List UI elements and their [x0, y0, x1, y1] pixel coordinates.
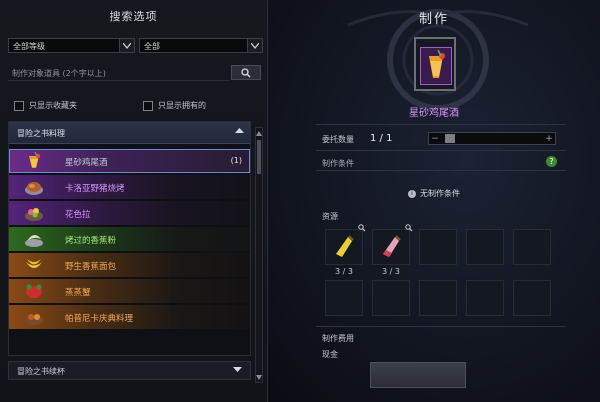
owned-checkbox[interactable]: 只显示拥有的	[143, 100, 206, 111]
resources-label: 资源	[322, 212, 338, 221]
banana-powder-icon	[25, 234, 43, 247]
cash-label: 现金	[322, 350, 338, 359]
list-item[interactable]: 卡洛亚野猪烧烤	[9, 175, 250, 199]
empty-resource-slot	[466, 280, 504, 316]
plus-icon[interactable]: +	[544, 134, 554, 144]
conditions-label: 制作条件	[322, 159, 354, 168]
search-icon	[241, 67, 251, 77]
scroll-thumb[interactable]	[257, 140, 261, 174]
empty-resource-slot	[466, 229, 504, 265]
category-header-adventure-cooking[interactable]: 冒险之书料理	[9, 122, 250, 144]
recipe-list-scrollbar[interactable]	[255, 127, 263, 383]
item-name: 星砂鸡尾酒	[65, 158, 108, 168]
search-options-title: 搜索选项	[109, 10, 158, 23]
recipe-list: 冒险之书料理 星砂鸡尾酒 (1) 卡洛亚野猪烧烤 花色拉 烤过的香蕉粉 野生香蕉…	[8, 121, 251, 356]
feast-dish-icon	[25, 314, 43, 325]
cocktail-icon	[29, 151, 41, 168]
divider	[316, 170, 566, 171]
resource-slot[interactable]	[372, 224, 413, 265]
magnifier-icon[interactable]	[358, 224, 366, 232]
banana-bread-icon	[26, 259, 42, 268]
yellow-bottle-icon	[336, 235, 354, 257]
fee-label: 制作费用	[322, 334, 354, 343]
item-name: 野生香蕉面包	[65, 262, 117, 272]
no-conditions-text: 无制作条件	[420, 189, 460, 198]
empty-resource-slot	[419, 280, 457, 316]
selected-item-name: 星砂鸡尾酒	[409, 108, 459, 119]
checkbox-box	[14, 100, 24, 111]
magnifier-icon[interactable]	[405, 224, 413, 232]
resource-count: 3 / 3	[382, 267, 400, 276]
crafting-panel: 制作 星砂鸡尾酒 委托数量 1 / 1 − + 制作条件 ? i 无制作条件 资源	[268, 0, 600, 402]
no-conditions-note: i 无制作条件	[268, 188, 600, 199]
list-item[interactable]: 帕普尼卡庆典料理	[9, 305, 250, 329]
resource-slot[interactable]	[325, 224, 366, 265]
divider	[316, 124, 566, 125]
list-item[interactable]: 野生香蕉面包	[9, 253, 250, 277]
divider	[316, 326, 566, 327]
item-name: 帕普尼卡庆典料理	[65, 314, 134, 324]
scroll-down-icon[interactable]	[256, 373, 262, 381]
search-input[interactable]: 制作对象道具 (2个字以上)	[8, 66, 229, 81]
divider	[316, 150, 566, 151]
empty-resource-slot	[419, 229, 457, 265]
type-dropdown[interactable]: 全部	[139, 38, 263, 53]
minus-icon[interactable]: −	[430, 134, 440, 144]
help-icon[interactable]: ?	[546, 156, 557, 167]
search-placeholder: 制作对象道具 (2个字以上)	[12, 69, 106, 78]
item-name: 烤过的香蕉粉	[65, 236, 117, 246]
flower-salad-icon	[25, 208, 43, 221]
grade-dropdown[interactable]: 全部等级	[8, 38, 135, 53]
crafting-title: 制作	[418, 12, 449, 27]
selected-item-frame	[414, 37, 456, 91]
type-dropdown-value: 全部	[144, 42, 160, 51]
checkbox-box	[143, 100, 153, 111]
empty-resource-slot	[372, 280, 410, 316]
list-item[interactable]: 烤过的香蕉粉	[9, 227, 250, 251]
chevron-down-icon	[247, 39, 262, 52]
search-options-panel: 搜索选项 全部等级 全部 制作对象道具 (2个字以上) 只显示收藏夹 只显示拥有…	[0, 0, 268, 402]
category-header-adventure-refill[interactable]: 冒险之书续杯	[8, 361, 251, 380]
chevron-down-icon	[119, 39, 134, 52]
roast-boar-icon	[25, 182, 43, 195]
quantity-slider[interactable]: − +	[428, 132, 556, 145]
quantity-value: 1 / 1	[370, 133, 393, 144]
empty-resource-slot	[513, 280, 551, 316]
resource-count: 3 / 3	[335, 267, 353, 276]
item-count: (1)	[230, 156, 242, 165]
slider-thumb[interactable]	[445, 134, 455, 143]
list-item[interactable]: 星砂鸡尾酒 (1)	[9, 149, 250, 173]
item-name: 卡洛亚野猪烧烤	[65, 184, 125, 194]
empty-resource-slot	[513, 229, 551, 265]
favorites-checkbox-label: 只显示收藏夹	[29, 101, 77, 110]
category-label: 冒险之书料理	[17, 129, 65, 138]
grade-dropdown-value: 全部等级	[13, 42, 45, 51]
favorites-checkbox[interactable]: 只显示收藏夹	[14, 100, 77, 111]
info-icon: i	[408, 189, 416, 198]
chevron-down-icon	[233, 366, 242, 375]
owned-checkbox-label: 只显示拥有的	[158, 101, 206, 110]
chevron-up-icon	[235, 127, 244, 136]
list-item[interactable]: 蒸蒸蟹	[9, 279, 250, 303]
search-button[interactable]	[231, 65, 261, 80]
quantity-label: 委托数量	[322, 135, 354, 144]
craft-button[interactable]	[370, 362, 466, 388]
pink-bottle-icon	[383, 235, 401, 257]
steamed-crab-icon	[26, 284, 42, 298]
cocktail-icon	[420, 47, 452, 85]
empty-resource-slot	[325, 280, 363, 316]
list-item[interactable]: 花色拉	[9, 201, 250, 225]
crafting-window: 搜索选项 全部等级 全部 制作对象道具 (2个字以上) 只显示收藏夹 只显示拥有…	[0, 0, 600, 402]
item-name: 花色拉	[65, 210, 91, 220]
scroll-up-icon[interactable]	[256, 129, 262, 137]
item-name: 蒸蒸蟹	[65, 288, 91, 298]
category-label: 冒险之书续杯	[17, 367, 65, 376]
